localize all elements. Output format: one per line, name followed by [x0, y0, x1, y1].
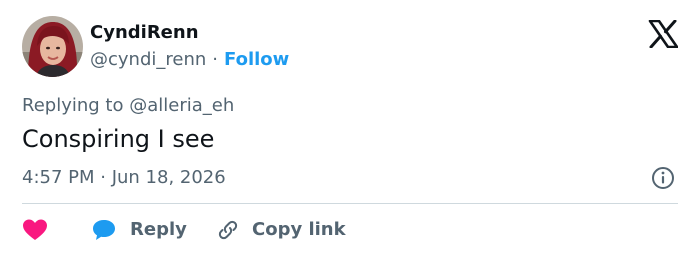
follow-button[interactable]: Follow — [224, 49, 289, 70]
reply-button[interactable]: Reply — [92, 216, 187, 244]
tweet-timestamp[interactable]: 4:57 PM · Jun 18, 2026 — [22, 166, 226, 190]
tweet-text: Conspiring I see — [22, 125, 215, 153]
author-display-name[interactable]: CyndiRenn — [90, 21, 199, 45]
author-handle-row: @cyndi_renn · Follow — [90, 48, 289, 72]
divider — [22, 203, 678, 204]
heart-icon — [23, 219, 47, 240]
reply-bubble-icon — [93, 220, 115, 240]
avatar[interactable] — [22, 16, 83, 77]
x-logo-icon[interactable] — [648, 20, 678, 48]
avatar-image — [22, 16, 83, 77]
author-handle[interactable]: @cyndi_renn — [90, 49, 206, 70]
like-button[interactable] — [22, 216, 48, 244]
reply-label: Reply — [130, 219, 187, 240]
replying-to-prefix: Replying to — [22, 95, 124, 116]
link-icon — [218, 220, 238, 240]
copy-link-button[interactable]: Copy link — [216, 216, 346, 244]
info-icon[interactable] — [651, 166, 675, 190]
handle-separator: · — [212, 49, 219, 70]
replying-to-mention[interactable]: @alleria_eh — [129, 95, 234, 116]
copy-link-label: Copy link — [252, 219, 346, 240]
replying-to-line: Replying to @alleria_eh — [22, 94, 234, 118]
